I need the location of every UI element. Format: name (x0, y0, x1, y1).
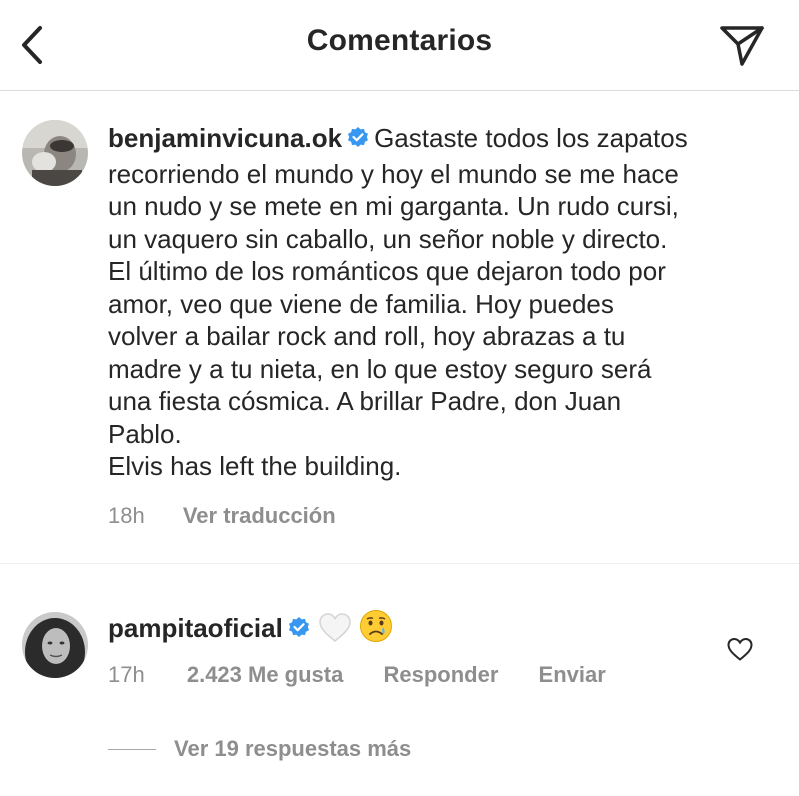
replies-divider-line (108, 749, 156, 750)
avatar[interactable] (22, 120, 88, 186)
comment-username[interactable]: benjaminvicuna.ok (108, 123, 342, 153)
comment-body: pampitaoficial (108, 609, 393, 651)
comment-text-line: Gastaste todos los zapatos (374, 123, 688, 153)
reply-button[interactable]: Responder (383, 662, 498, 687)
comment-text-line: volver a bailar rock and roll, hoy abraz… (108, 321, 626, 351)
verified-badge-icon (346, 125, 370, 158)
comment-meta: 17h 2.423 Me gusta Responder Enviar (108, 662, 606, 688)
translate-button[interactable]: Ver traducción (183, 503, 336, 528)
comment-text-line: Pablo. (108, 418, 182, 449)
comment-timestamp: 17h (108, 662, 145, 687)
paper-plane-icon[interactable] (718, 22, 766, 68)
comment-meta: 18h Ver traducción (108, 503, 336, 529)
comment-text-line: madre y a tu nieta, en lo que estoy segu… (108, 353, 652, 384)
view-replies-button[interactable]: Ver 19 respuestas más (174, 736, 411, 762)
send-button[interactable]: Enviar (539, 662, 606, 687)
avatar[interactable] (22, 612, 88, 678)
heart-outline-icon[interactable] (726, 636, 754, 662)
divider (0, 563, 799, 564)
comment-timestamp: 18h (108, 503, 145, 528)
white-heart-emoji-icon (319, 613, 351, 651)
comment-text-line: Elvis has left the building. (108, 451, 402, 481)
comment-text-line: una fiesta cósmica. A brillar Padre, don… (108, 386, 622, 416)
verified-badge-icon (287, 614, 311, 648)
likes-count[interactable]: 2.423 Me gusta (187, 662, 344, 687)
comment-text-line: El último de los románticos que dejaron … (108, 256, 666, 286)
comment-text-line: un nudo y se mete en mi garganta. Un rud… (108, 191, 679, 221)
crying-face-emoji-icon (359, 609, 393, 651)
comment-text-line: un vaquero sin caballo, un señor noble y… (108, 223, 668, 254)
comment-text-line: recorriendo el mundo y hoy el mundo se m… (108, 158, 679, 189)
comment-text-line: amor, veo que viene de familia. Hoy pued… (108, 288, 614, 319)
comment-body: benjaminvicuna.ok Gastaste todos los zapa… (108, 122, 778, 483)
comment-username[interactable]: pampitaoficial (108, 613, 283, 643)
header-bar: Comentarios (0, 0, 799, 91)
page-title: Comentarios (306, 24, 493, 57)
